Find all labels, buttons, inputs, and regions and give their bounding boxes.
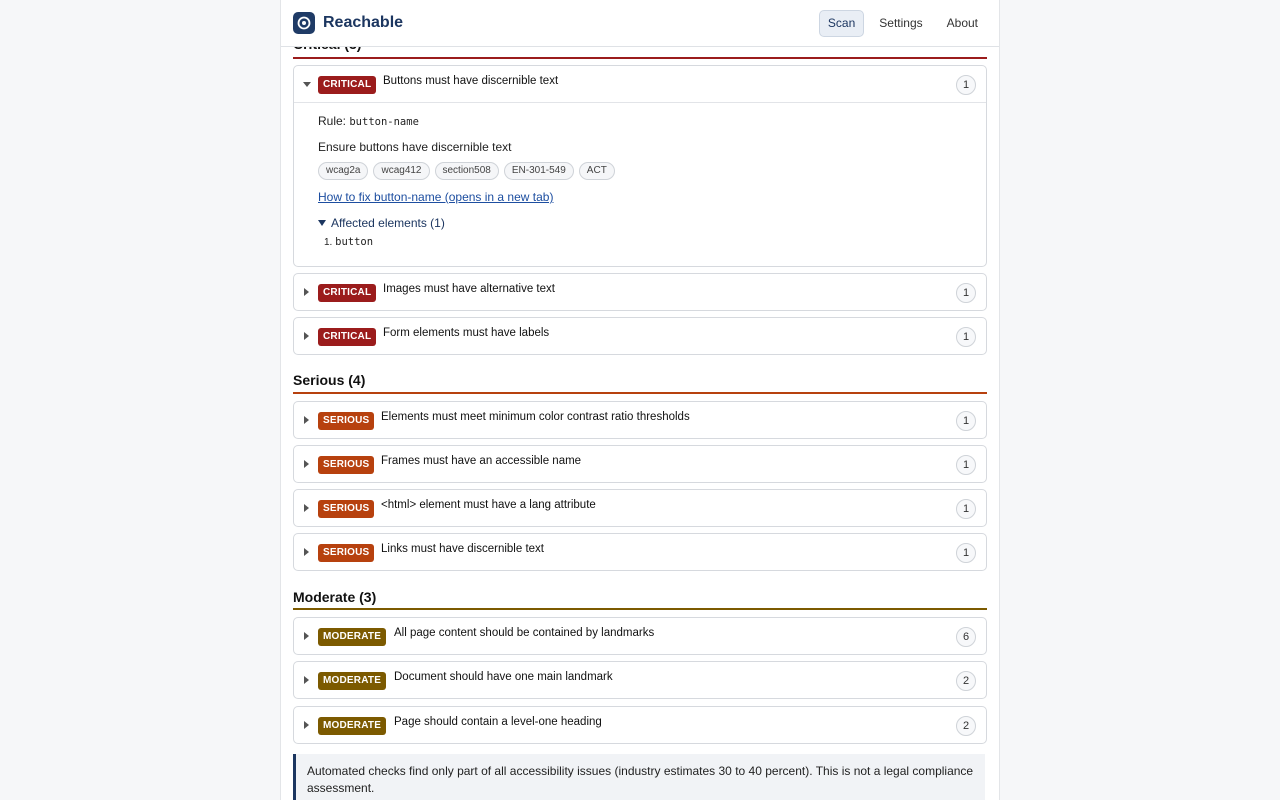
- issue-title: All page content should be contained by …: [394, 627, 655, 639]
- chevron-right-icon: [304, 721, 309, 729]
- triangle-down-icon: [318, 220, 326, 226]
- tag: wcag412: [373, 162, 430, 180]
- issue-details: Rule: button-name Ensure buttons have di…: [294, 102, 986, 266]
- app-panel: Reachable Scan Settings About Critical (…: [280, 0, 1000, 800]
- issue-title: Links must have discernible text: [381, 543, 544, 555]
- issue-count: 1: [956, 543, 976, 563]
- disclaimer-notice: Automated checks find only part of all a…: [293, 754, 985, 800]
- chevron-down-icon: [303, 82, 311, 87]
- target-logo-icon: [293, 12, 315, 34]
- issue-card[interactable]: CRITICAL Form elements must have labels …: [293, 317, 987, 355]
- chevron-right-icon: [304, 676, 309, 684]
- issue-card[interactable]: MODERATE All page content should be cont…: [293, 617, 987, 655]
- issue-count: 1: [956, 411, 976, 431]
- issue-card-button-name: CRITICAL Buttons must have discernible t…: [293, 65, 987, 267]
- severity-badge: MODERATE: [318, 628, 387, 646]
- issue-title: Buttons must have discernible text: [383, 75, 559, 87]
- section-divider-moderate: [293, 608, 987, 610]
- issue-card[interactable]: SERIOUS Links must have discernible text…: [293, 533, 987, 571]
- issue-title: Images must have alternative text: [383, 283, 555, 295]
- section-divider-serious: [293, 392, 987, 394]
- how-to-fix-link[interactable]: How to fix button-name (opens in a new t…: [318, 190, 553, 204]
- issue-count: 1: [956, 283, 976, 303]
- affected-elements-toggle[interactable]: Affected elements (1): [318, 216, 962, 230]
- rule-label: Rule:: [318, 114, 347, 128]
- rule-tags: wcag2a wcag412 section508 EN-301-549 ACT: [318, 162, 962, 180]
- affected-elements-list: 1. button: [324, 236, 374, 248]
- issue-title: <html> element must have a lang attribut…: [381, 499, 596, 511]
- section-divider-critical: [293, 57, 987, 59]
- tag: section508: [434, 162, 499, 180]
- issue-card[interactable]: MODERATE Page should contain a level-one…: [293, 706, 987, 744]
- severity-badge: CRITICAL: [318, 76, 377, 94]
- severity-badge: SERIOUS: [318, 456, 375, 474]
- app-header: Reachable Scan Settings About: [281, 0, 999, 47]
- severity-badge: SERIOUS: [318, 412, 375, 430]
- section-heading-moderate: Moderate (3): [293, 589, 377, 605]
- rule-description: Ensure buttons have discernible text: [318, 140, 512, 154]
- section-heading-serious: Serious (4): [293, 372, 366, 388]
- issue-summary[interactable]: CRITICAL Buttons must have discernible t…: [294, 66, 986, 102]
- affected-elements-label: Affected elements (1): [331, 216, 445, 230]
- severity-badge: SERIOUS: [318, 544, 375, 562]
- severity-badge: CRITICAL: [318, 328, 377, 346]
- chevron-right-icon: [304, 332, 309, 340]
- issue-card[interactable]: MODERATE Document should have one main l…: [293, 661, 987, 699]
- brand[interactable]: Reachable: [293, 12, 403, 34]
- severity-badge: CRITICAL: [318, 284, 377, 302]
- severity-badge: SERIOUS: [318, 500, 375, 518]
- issue-card[interactable]: CRITICAL Images must have alternative te…: [293, 273, 987, 311]
- issue-card[interactable]: SERIOUS Elements must meet minimum color…: [293, 401, 987, 439]
- issue-title: Elements must meet minimum color contras…: [381, 411, 690, 423]
- issue-count: 6: [956, 627, 976, 647]
- issue-title: Frames must have an accessible name: [381, 455, 582, 467]
- affected-element: button: [335, 236, 374, 248]
- rule-line: Rule: button-name: [318, 114, 962, 128]
- issue-title: Form elements must have labels: [383, 327, 550, 339]
- tag: wcag2a: [318, 162, 369, 180]
- issue-count: 1: [956, 75, 976, 95]
- chevron-right-icon: [304, 504, 309, 512]
- tag: ACT: [578, 162, 615, 180]
- issue-count: 2: [956, 671, 976, 691]
- severity-badge: MODERATE: [318, 672, 387, 690]
- rule-id: button-name: [349, 116, 419, 128]
- chevron-right-icon: [304, 460, 309, 468]
- issue-count: 1: [956, 499, 976, 519]
- chevron-right-icon: [304, 632, 309, 640]
- issue-title: Document should have one main landmark: [394, 671, 613, 683]
- issue-title: Page should contain a level-one heading: [394, 716, 602, 728]
- severity-badge: MODERATE: [318, 717, 387, 735]
- tag: EN-301-549: [503, 162, 574, 180]
- chevron-right-icon: [304, 288, 309, 296]
- nav-settings[interactable]: Settings: [870, 10, 931, 37]
- app-title: Reachable: [323, 14, 404, 31]
- issue-count: 2: [956, 716, 976, 736]
- nav-scan[interactable]: Scan: [818, 10, 865, 37]
- chevron-right-icon: [304, 416, 309, 424]
- issue-count: 1: [956, 327, 976, 347]
- issue-card[interactable]: SERIOUS Frames must have an accessible n…: [293, 445, 987, 483]
- nav-about[interactable]: About: [938, 10, 987, 37]
- main-nav: Scan Settings About: [813, 10, 987, 37]
- issue-card[interactable]: SERIOUS <html> element must have a lang …: [293, 489, 987, 527]
- issue-count: 1: [956, 455, 976, 475]
- chevron-right-icon: [304, 548, 309, 556]
